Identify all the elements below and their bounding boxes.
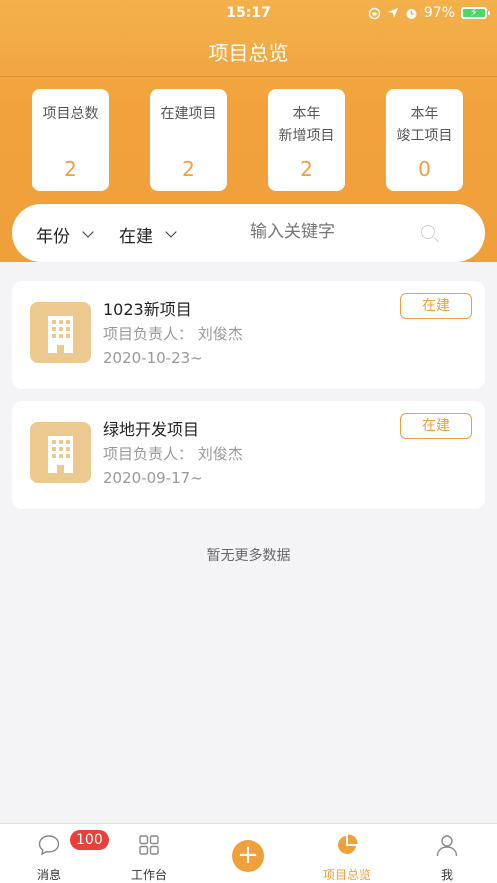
pie-chart-icon bbox=[338, 834, 358, 854]
stat-total-projects[interactable]: 项目总数 2 bbox=[32, 89, 109, 191]
message-count-badge: 100 bbox=[70, 830, 109, 850]
year-filter-label: 年份 bbox=[36, 227, 70, 247]
stat-new-this-year[interactable]: 本年 新增项目 2 bbox=[268, 89, 345, 191]
stat-value: 2 bbox=[64, 157, 77, 181]
grid-icon bbox=[139, 835, 159, 855]
project-name: 绿地开发项目 bbox=[103, 420, 200, 439]
page-title: 项目总览 bbox=[208, 41, 289, 65]
stat-completed-this-year[interactable]: 本年 竣工项目 0 bbox=[386, 89, 463, 191]
tab-messages[interactable]: 100 消息 bbox=[14, 824, 109, 883]
tab-workbench[interactable]: 工作台 bbox=[114, 824, 184, 883]
project-date: 2020-10-23~ bbox=[103, 349, 203, 367]
stat-label: 在建项目 bbox=[160, 106, 217, 122]
chevron-down-icon bbox=[165, 226, 177, 238]
nav-divider bbox=[0, 76, 497, 77]
alarm-icon bbox=[406, 8, 417, 19]
stat-label: 本年 竣工项目 bbox=[396, 106, 453, 144]
status-badge: 在建 bbox=[400, 293, 472, 319]
stat-label: 项目总数 bbox=[42, 106, 99, 122]
stat-value: 2 bbox=[300, 157, 313, 181]
stat-value: 2 bbox=[182, 157, 195, 181]
search-icon[interactable] bbox=[421, 225, 435, 239]
user-icon bbox=[436, 835, 458, 857]
status-filter-dropdown[interactable]: 在建 bbox=[119, 222, 177, 247]
building-icon bbox=[30, 422, 91, 483]
project-manager: 项目负责人： 刘俊杰 bbox=[103, 445, 243, 463]
tab-project-overview[interactable]: 项目总览 bbox=[312, 824, 382, 883]
rotation-lock-icon bbox=[368, 7, 381, 19]
tab-bar: 100 消息 工作台 + 项目总览 我 bbox=[0, 823, 497, 883]
empty-hint: 暂无更多数据 bbox=[206, 548, 291, 564]
chat-bubble-icon bbox=[38, 835, 60, 856]
year-filter-dropdown[interactable]: 年份 bbox=[36, 222, 94, 247]
project-name: 1023新项目 bbox=[103, 300, 192, 319]
status-badge: 在建 bbox=[400, 413, 472, 439]
tab-me[interactable]: 我 bbox=[412, 824, 482, 883]
status-bar: 15:17 97% ⚡ bbox=[0, 0, 497, 26]
tab-label: 消息 bbox=[36, 868, 61, 882]
battery-icon: ⚡ bbox=[461, 6, 490, 19]
battery-percent: 97% bbox=[423, 5, 455, 21]
chevron-down-icon bbox=[82, 226, 94, 238]
search-input[interactable] bbox=[250, 222, 410, 242]
project-manager: 项目负责人： 刘俊杰 bbox=[103, 325, 243, 343]
stat-value: 0 bbox=[418, 157, 431, 181]
location-icon bbox=[387, 8, 398, 18]
building-icon bbox=[30, 302, 91, 363]
stat-label: 本年 新增项目 bbox=[278, 106, 335, 144]
filter-bar: 年份 在建 bbox=[12, 204, 485, 262]
project-date: 2020-09-17~ bbox=[103, 469, 203, 487]
status-filter-label: 在建 bbox=[119, 227, 153, 247]
project-card[interactable]: 1023新项目 项目负责人： 刘俊杰 2020-10-23~ 在建 bbox=[12, 281, 485, 389]
tab-label: 工作台 bbox=[130, 868, 167, 882]
status-right: 97% ⚡ bbox=[368, 5, 490, 21]
tab-label: 我 bbox=[440, 868, 453, 882]
tab-label: 项目总览 bbox=[322, 868, 371, 882]
project-card[interactable]: 绿地开发项目 项目负责人： 刘俊杰 2020-09-17~ 在建 bbox=[12, 401, 485, 509]
stat-in-progress-projects[interactable]: 在建项目 2 bbox=[150, 89, 227, 191]
plus-icon[interactable]: + bbox=[232, 840, 264, 872]
